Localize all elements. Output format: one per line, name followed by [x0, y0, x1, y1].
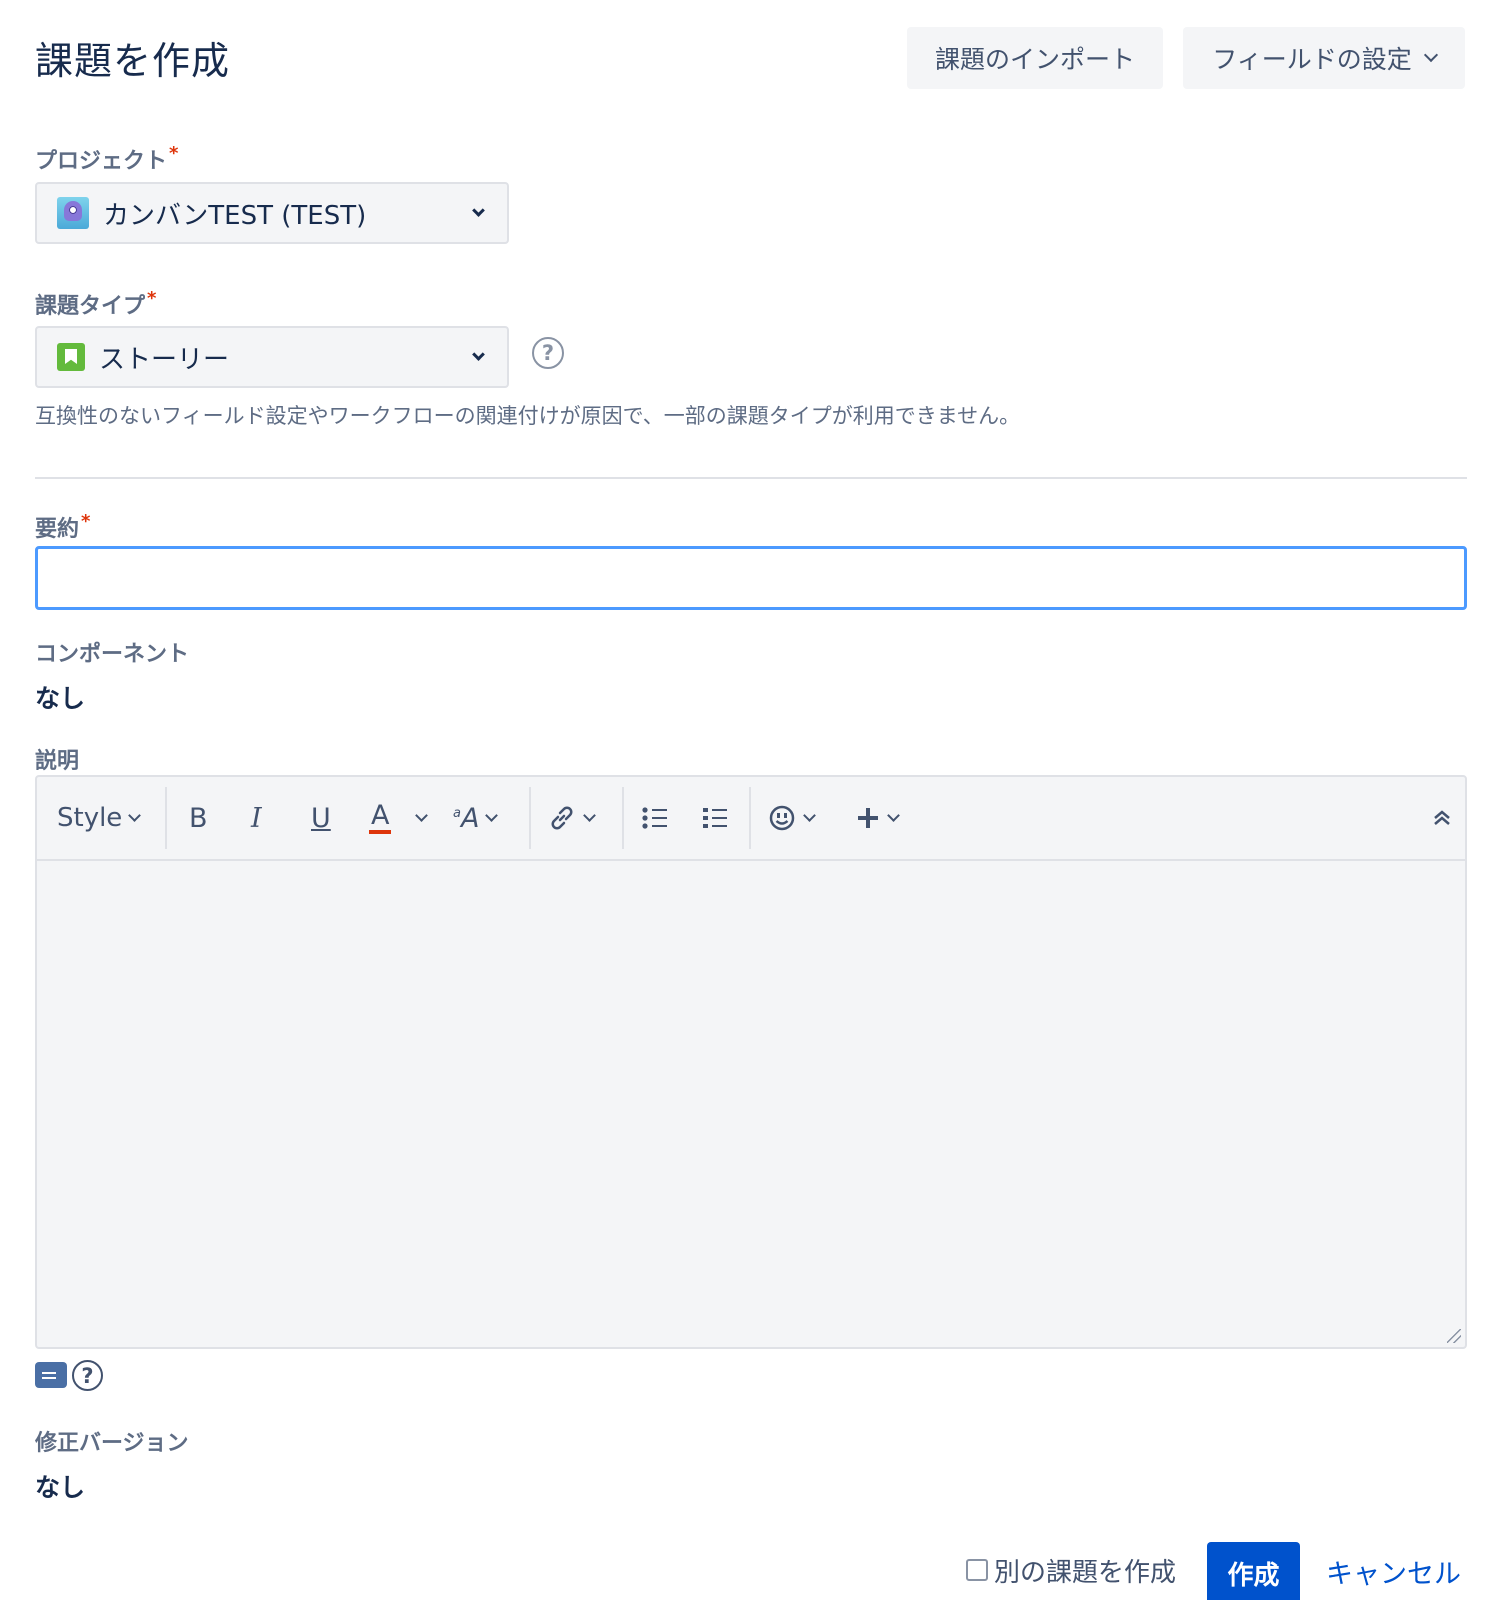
cancel-link[interactable]: キャンセル	[1326, 1552, 1461, 1591]
issue-type-note: 互換性のないフィールド設定やワークフローの関連付けが原因で、一部の課題タイプが利…	[35, 404, 1021, 428]
text-color-icon: A	[369, 802, 392, 834]
configure-fields-button[interactable]: フィールドの設定	[1183, 27, 1465, 89]
bold-button[interactable]: B	[189, 777, 208, 859]
create-another-label[interactable]: 別の課題を作成	[994, 1552, 1176, 1589]
description-label: 説明	[35, 749, 80, 774]
components-value: なし	[35, 684, 86, 713]
text-mode-icon[interactable]	[35, 1362, 67, 1388]
issue-type-label: 課題タイプ *	[35, 288, 157, 319]
bold-icon: B	[189, 802, 208, 834]
style-dropdown-label: Style	[57, 803, 123, 833]
toolbar-separator	[165, 787, 167, 849]
collapse-toolbar-button[interactable]	[1431, 777, 1453, 859]
required-marker: *	[169, 143, 179, 164]
chevron-down-icon	[803, 808, 816, 822]
underline-button[interactable]: U	[311, 777, 331, 859]
issue-type-select-value: ストーリー	[99, 344, 230, 375]
configure-fields-label: フィールドの設定	[1212, 45, 1412, 74]
issue-type-select[interactable]: ストーリー	[35, 326, 509, 388]
fix-version-label: 修正バージョン	[35, 1431, 189, 1456]
project-select-value: カンバンTEST (TEST)	[103, 200, 367, 231]
style-dropdown[interactable]: Style	[57, 777, 142, 859]
text-size-button[interactable]: aA	[453, 777, 499, 859]
create-button[interactable]: 作成	[1207, 1542, 1300, 1600]
link-button[interactable]	[547, 777, 596, 859]
text-color-button[interactable]: A	[369, 777, 429, 859]
project-label: プロジェクト *	[35, 143, 179, 174]
resize-handle[interactable]	[1447, 1329, 1461, 1343]
numbered-list-icon	[703, 808, 727, 828]
import-issues-button[interactable]: 課題のインポート	[907, 27, 1163, 89]
project-select[interactable]: カンバンTEST (TEST)	[35, 182, 509, 244]
italic-button[interactable]: I	[251, 777, 262, 859]
components-label: コンポーネント	[35, 642, 190, 667]
help-icon[interactable]: ?	[532, 337, 564, 369]
story-icon	[57, 343, 85, 371]
summary-label: 要約 *	[35, 511, 91, 542]
underline-icon: U	[311, 802, 331, 834]
chevron-down-icon	[887, 808, 900, 822]
plus-icon	[858, 808, 878, 828]
project-avatar-icon	[57, 197, 89, 229]
chevron-down-icon	[128, 808, 142, 822]
chevron-down-icon	[472, 347, 485, 361]
description-textarea[interactable]	[37, 861, 1465, 1347]
collapse-icon	[1434, 810, 1450, 825]
fix-version-value: なし	[35, 1473, 86, 1502]
chevron-down-icon	[1423, 47, 1438, 63]
summary-input[interactable]	[35, 546, 1467, 610]
editor-toolbar: Style B I U A aA	[37, 777, 1465, 861]
import-issues-label: 課題のインポート	[934, 45, 1135, 74]
toolbar-separator	[749, 787, 751, 849]
chevron-down-icon	[583, 808, 596, 822]
numbered-list-button[interactable]	[701, 777, 731, 859]
chevron-down-icon	[415, 808, 429, 822]
required-marker: *	[81, 511, 91, 532]
bullet-list-button[interactable]	[641, 777, 671, 859]
emoji-icon	[769, 805, 795, 831]
link-icon	[551, 806, 573, 830]
description-editor: Style B I U A aA	[35, 775, 1467, 1349]
create-another-checkbox[interactable]	[966, 1559, 988, 1581]
toolbar-separator	[622, 787, 624, 849]
create-button-label: 作成	[1227, 1560, 1280, 1591]
dialog-title: 課題を作成	[35, 39, 231, 83]
insert-more-button[interactable]	[855, 777, 900, 859]
chevron-down-icon	[472, 203, 485, 217]
bullet-list-icon	[642, 807, 667, 829]
chevron-down-icon	[485, 808, 499, 822]
italic-icon: I	[251, 802, 262, 834]
help-icon[interactable]: ?	[72, 1360, 103, 1391]
text-size-icon: aA	[453, 802, 480, 834]
required-marker: *	[147, 288, 157, 309]
divider	[35, 477, 1467, 479]
toolbar-separator	[529, 787, 531, 849]
emoji-button[interactable]	[767, 777, 816, 859]
